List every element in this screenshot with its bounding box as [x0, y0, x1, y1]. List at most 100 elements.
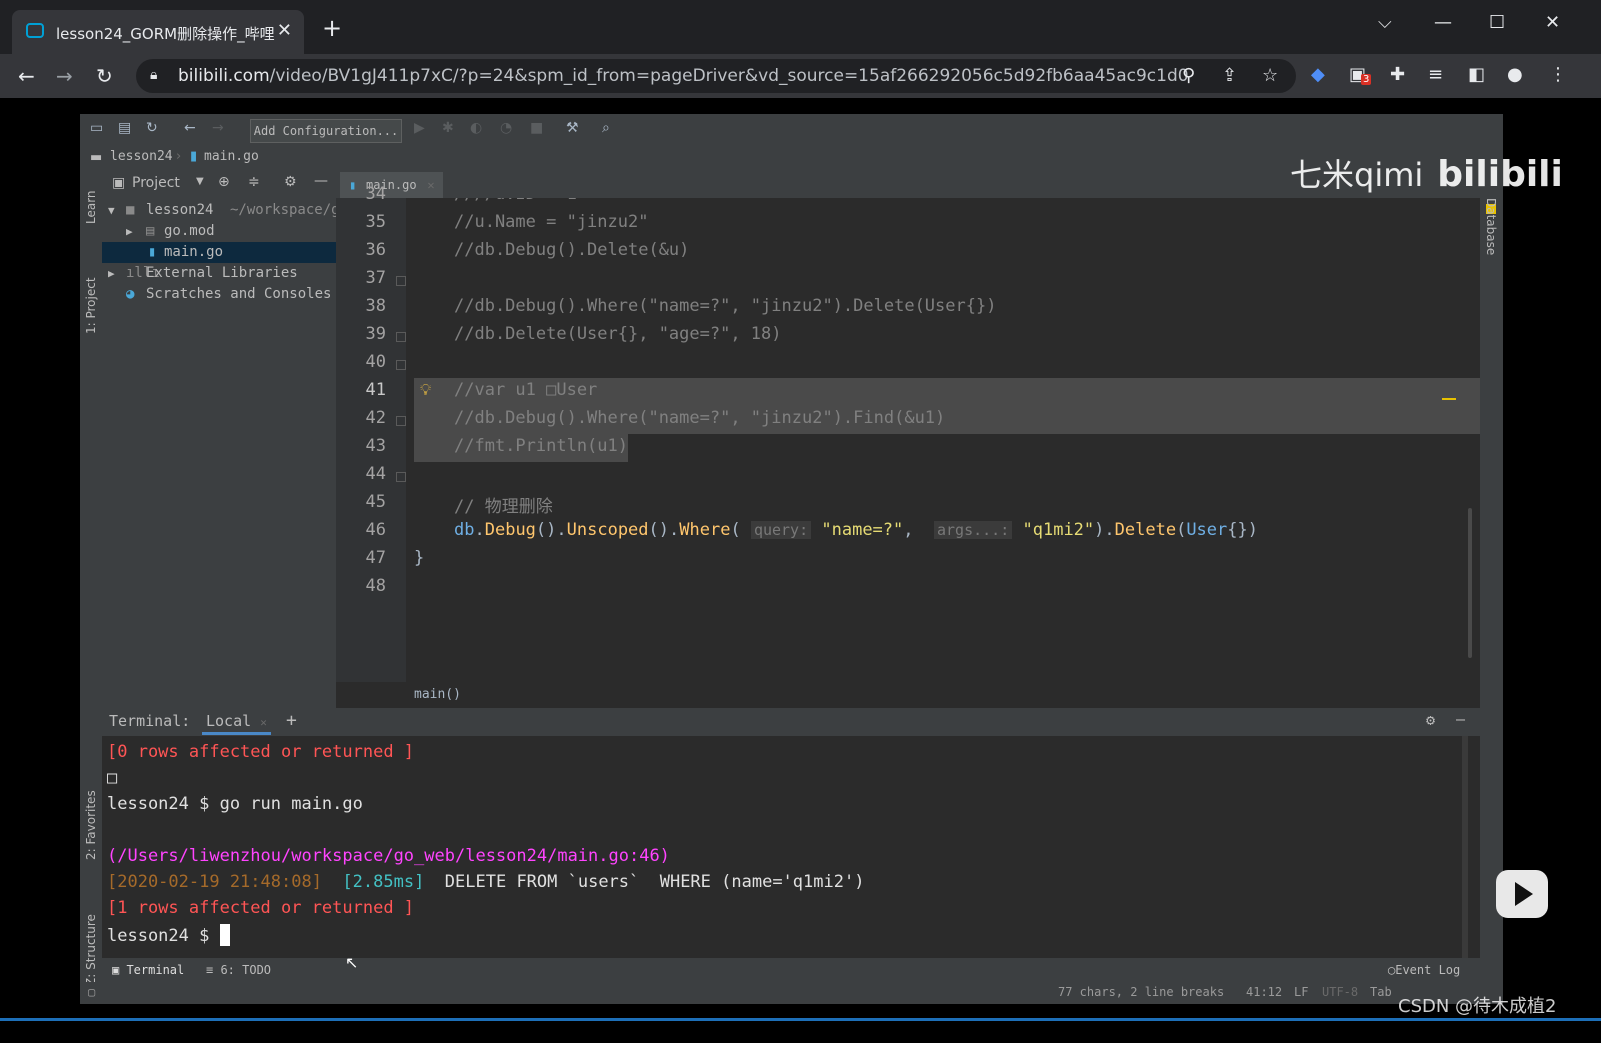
line-number: 46 — [365, 520, 386, 540]
code-line-46: db.Debug().Unscoped().Where( query: "nam… — [454, 520, 1258, 540]
nav-back-icon[interactable]: ← — [184, 120, 196, 136]
minimize-button[interactable]: — — [1434, 12, 1452, 33]
mouse-pointer-icon: ↖ — [345, 953, 359, 972]
debug-icon[interactable]: ✱ — [442, 120, 454, 136]
stop-icon[interactable]: ■ — [530, 120, 543, 136]
bilibili-favicon-icon — [26, 23, 44, 38]
fold-marker-icon[interactable] — [396, 276, 406, 286]
gear-icon[interactable]: ⚙ — [1426, 711, 1435, 729]
locate-icon[interactable]: ⊕ — [218, 174, 230, 190]
error-stripe-marker[interactable] — [1442, 398, 1456, 400]
code-editor[interactable]: ////u.ID = 1 //u.Name = "jinzu2" //db.Debu… — [406, 198, 1480, 682]
profile-avatar-icon[interactable]: ● — [1507, 64, 1523, 85]
add-configuration-button[interactable]: Add Configuration... — [250, 119, 402, 143]
toggle-tool-windows-icon[interactable]: ▢ — [88, 985, 95, 999]
close-tab-icon[interactable]: ✕ — [427, 172, 434, 198]
coverage-icon[interactable]: ◐ — [470, 120, 482, 136]
gear-icon[interactable]: ⚙ — [284, 174, 297, 190]
hide-panel-icon[interactable]: — — [1456, 710, 1465, 728]
event-log-tab[interactable]: ◯Event Log — [1388, 963, 1460, 977]
line-separator[interactable]: LF — [1294, 985, 1308, 999]
function-crumb[interactable]: main() — [414, 687, 461, 702]
save-icon[interactable]: ▤ — [118, 120, 131, 136]
learn-tool-tab[interactable]: Learn — [84, 190, 98, 224]
project-tree: ▼ ■ lesson24 ~/workspace/g ▶ ▤ go.mod ▮ … — [102, 198, 336, 792]
left-tool-stripe: Learn 1: Project 2: Favorites Z: Structu… — [80, 170, 102, 1004]
line-number: 42 — [365, 408, 386, 428]
line-number: 45 — [365, 492, 386, 512]
bookmark-star-icon[interactable]: ☆ — [1262, 65, 1278, 86]
breadcrumb-file[interactable]: main.go — [204, 149, 259, 164]
sync-icon[interactable]: ↻ — [146, 120, 158, 136]
tree-item-lesson24[interactable]: ▼ ■ lesson24 ~/workspace/g — [102, 200, 336, 221]
zoom-icon[interactable]: ⚲ — [1182, 65, 1195, 86]
tab-close-icon[interactable]: ✕ — [277, 20, 292, 41]
profile-run-icon[interactable]: ◔ — [500, 120, 512, 136]
side-panel-icon[interactable]: ◧ — [1468, 64, 1485, 85]
extensions-puzzle-icon[interactable]: ✚ — [1390, 64, 1405, 85]
dropdown-arrow-icon[interactable]: ▼ — [196, 176, 204, 187]
line-number: 34 — [365, 184, 386, 204]
database-tool-tab[interactable]: Database — [1484, 198, 1498, 255]
csdn-watermark: CSDN @待木成植2 — [1398, 996, 1557, 1017]
new-terminal-icon[interactable]: + — [286, 710, 297, 731]
extension-counter-icon[interactable]: ▣ 3 — [1349, 64, 1372, 85]
tree-item-external-libraries[interactable]: ▶ ıllı External Libraries — [102, 263, 336, 284]
terminal-header: Terminal: Local ✕ + ⚙ — — [102, 708, 1480, 736]
lock-icon[interactable]: 🔒︎ — [150, 67, 157, 83]
intention-bulb-icon[interactable]: 💡︎ — [420, 380, 431, 400]
settings-wrench-icon[interactable]: ⚒ — [566, 120, 579, 136]
fold-marker-icon[interactable] — [396, 416, 406, 426]
tree-expand-icon[interactable]: ▶ — [126, 221, 133, 242]
fold-marker-icon[interactable] — [396, 360, 406, 370]
breadcrumb-project[interactable]: lesson24 — [110, 149, 173, 164]
fold-marker-icon[interactable] — [396, 472, 406, 482]
search-icon[interactable]: ⌕ — [602, 120, 610, 136]
terminal-tab-local[interactable]: Local ✕ — [202, 712, 271, 735]
indent-setting[interactable]: Tab — [1370, 985, 1392, 999]
share-icon[interactable]: ⇪ — [1222, 65, 1237, 86]
terminal-bottom-tab[interactable]: ▣ Terminal — [112, 963, 184, 977]
tree-item-label: External Libraries — [146, 265, 298, 281]
terminal-output[interactable]: [0 rows affected or returned ] □ lesson24 … — [102, 736, 1480, 958]
terminal-prompt[interactable]: lesson24 $ — [107, 924, 230, 946]
nav-forward-icon[interactable]: → — [212, 120, 224, 136]
browser-tab[interactable]: lesson24_GORM删除操作_哔哩 ✕ — [12, 10, 304, 54]
close-tab-icon[interactable]: ✕ — [260, 716, 267, 729]
reload-button[interactable]: ↻ — [96, 64, 113, 88]
project-panel-header: ▣ Project ▼ ⊕ ≑ ⚙ — — [102, 170, 336, 198]
todo-bottom-tab[interactable]: ≡ 6: TODO — [206, 963, 271, 977]
tree-expand-icon[interactable]: ▶ — [108, 263, 115, 284]
open-folder-icon[interactable]: ▭ — [90, 120, 103, 136]
media-control-icon[interactable]: ≡ — [1428, 64, 1443, 85]
tree-item-go-mod[interactable]: ▶ ▤ go.mod — [102, 221, 336, 242]
collapse-all-icon[interactable]: ≑ — [248, 174, 260, 190]
fold-marker-icon[interactable] — [396, 332, 406, 342]
project-view-selector[interactable]: Project — [132, 175, 180, 191]
terminal-scrollbar[interactable] — [1462, 736, 1468, 958]
play-button[interactable] — [1496, 870, 1548, 918]
hide-panel-icon[interactable]: — — [314, 173, 328, 189]
extension-shield-icon[interactable]: ◆ — [1311, 64, 1325, 85]
project-tool-tab[interactable]: 1: Project — [84, 277, 98, 334]
tree-item-main-go[interactable]: ▮ main.go — [102, 242, 336, 263]
tab-search-chevron-icon[interactable]: ⌵ — [1378, 12, 1392, 33]
run-icon[interactable]: ▶ — [414, 120, 425, 136]
file-encoding[interactable]: UTF-8 — [1322, 985, 1358, 999]
forward-button[interactable]: → — [56, 64, 73, 88]
tree-expand-icon[interactable]: ▼ — [108, 200, 115, 221]
favorites-tool-tab[interactable]: 2: Favorites — [84, 790, 98, 860]
bilibili-watermark: 七米qimi bilibili — [1290, 154, 1563, 195]
address-bar[interactable]: 🔒︎ bilibili.com/video/BV1gJ411p7xC/?p=24… — [136, 59, 1296, 93]
vertical-scrollbar[interactable] — [1468, 508, 1472, 658]
back-button[interactable]: ← — [18, 64, 35, 88]
close-window-button[interactable]: ✕ — [1545, 12, 1560, 33]
browser-menu-icon[interactable]: ⋮ — [1549, 64, 1567, 85]
code-line-47: } — [414, 548, 425, 568]
maximize-button[interactable]: ☐ — [1489, 12, 1505, 33]
caret-position[interactable]: 41:12 — [1246, 985, 1282, 999]
structure-tool-tab[interactable]: Z: Structure — [84, 914, 98, 986]
tree-item-scratches[interactable]: ◕ Scratches and Consoles — [102, 284, 336, 305]
new-tab-button[interactable]: + — [322, 16, 342, 40]
url-text[interactable]: bilibili.com/video/BV1gJ411p7xC/?p=24&sp… — [178, 66, 1189, 86]
